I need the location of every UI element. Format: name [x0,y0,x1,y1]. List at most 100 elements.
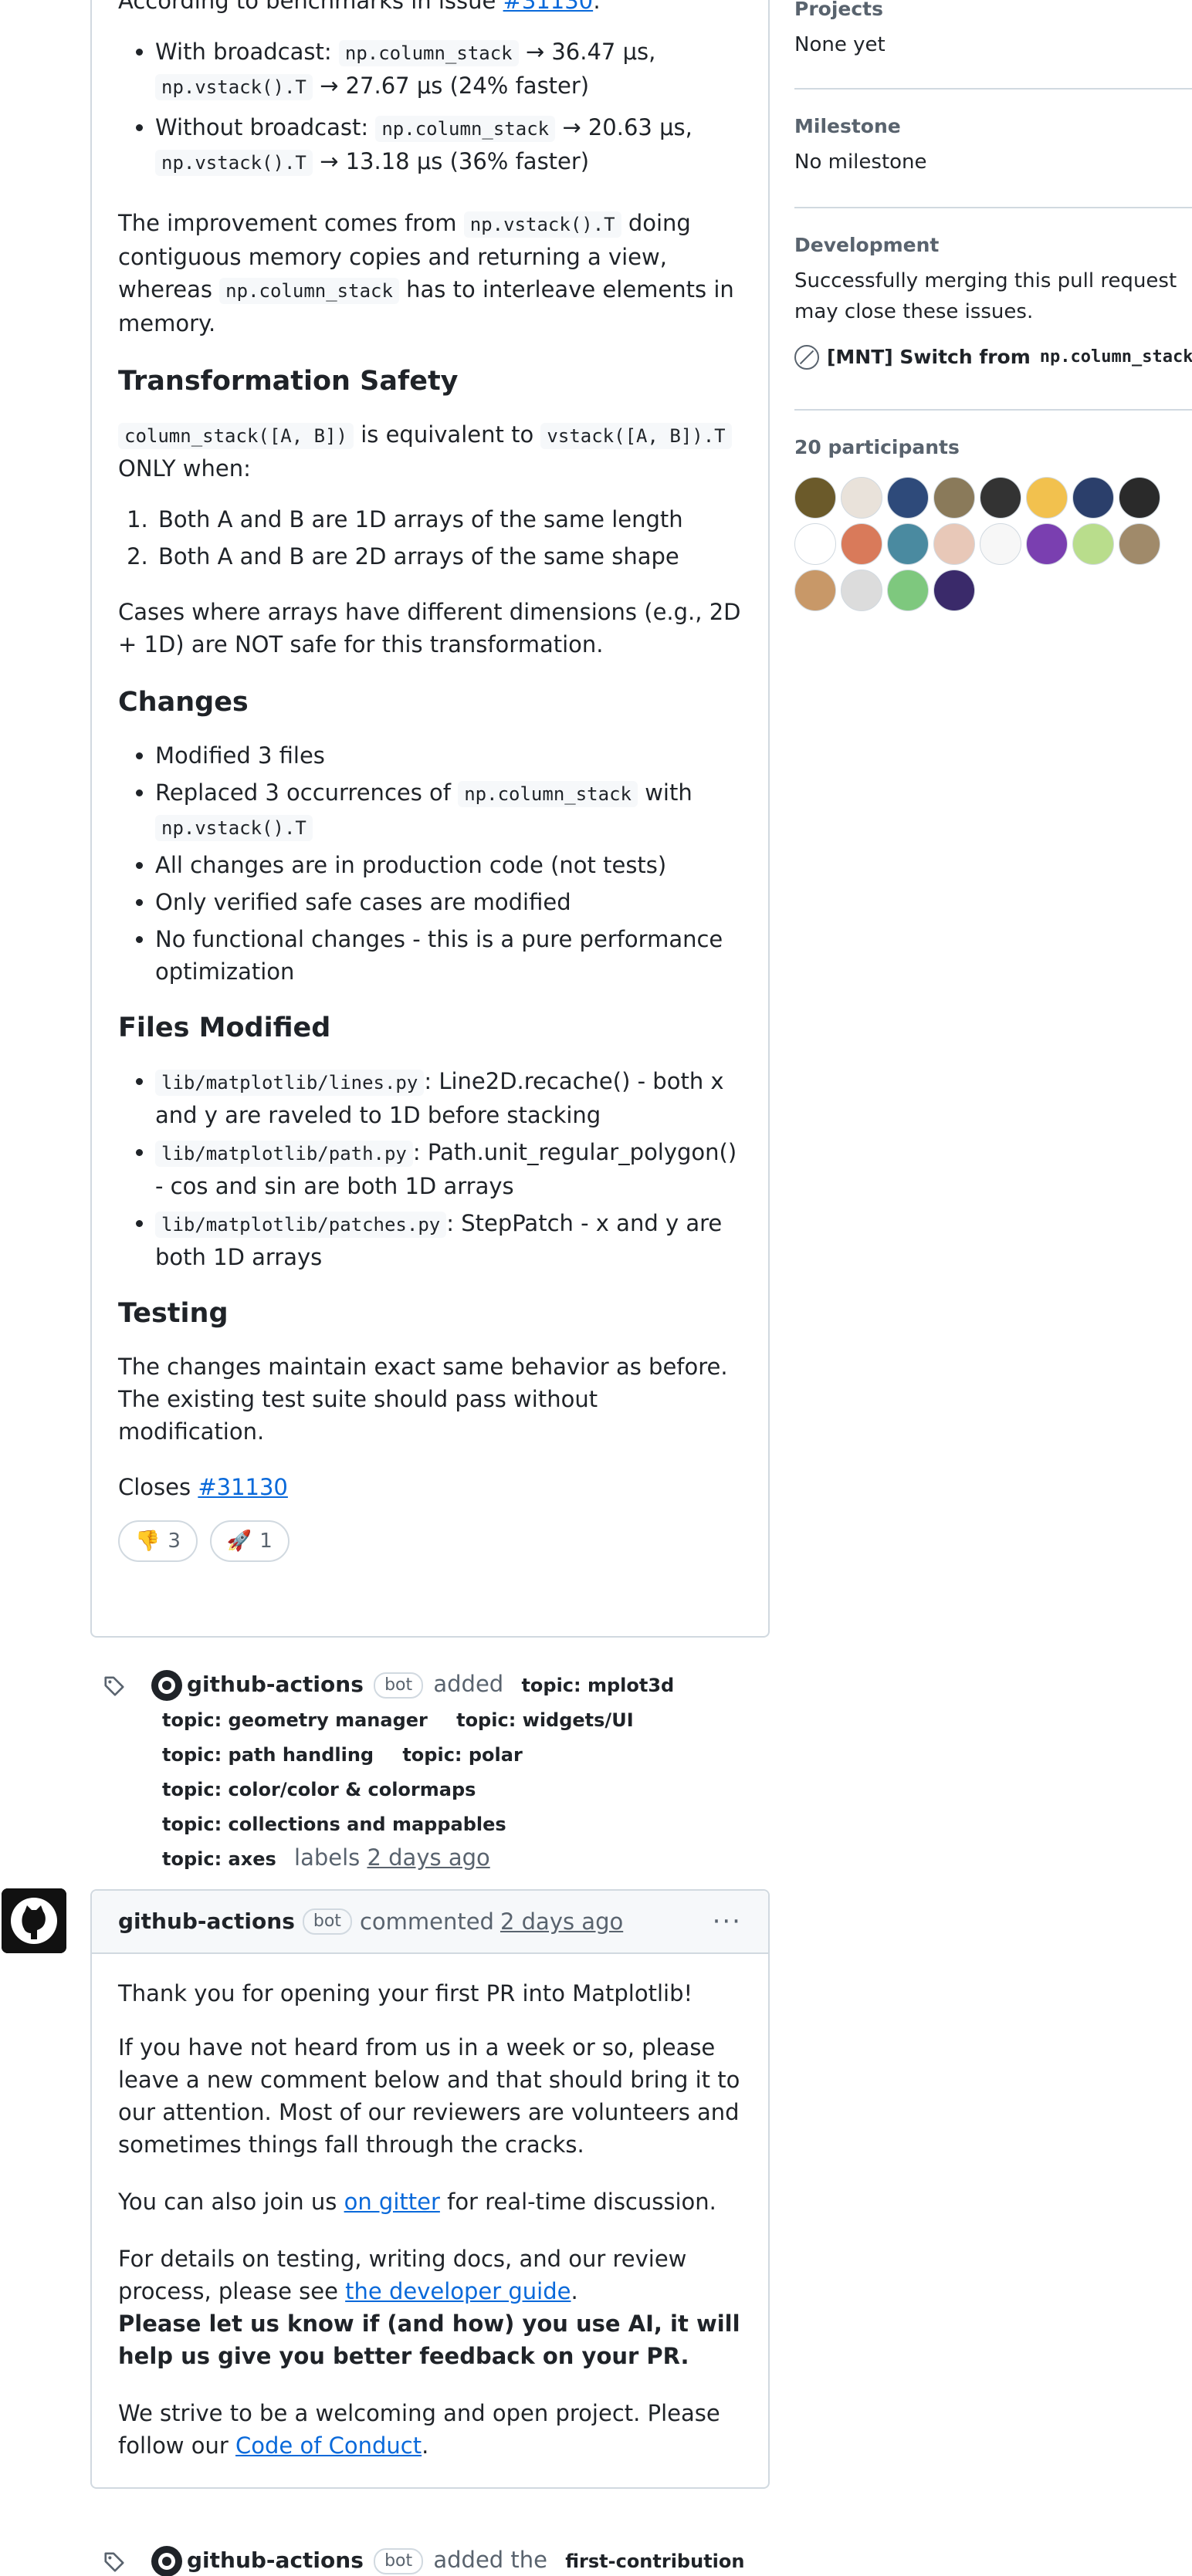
heading-files: Files Modified [118,1012,331,1043]
file-path: lib/matplotlib/path.py [155,1141,413,1167]
participant-avatar[interactable] [841,523,882,565]
benchmark-intro: According to benchmarks in issue #31130: [118,0,742,17]
closes-issue-link[interactable]: #31130 [198,1474,288,1500]
participant-avatar[interactable] [1026,523,1068,565]
code-of-conduct-link[interactable]: Code of Conduct [235,2432,422,2459]
list-item: lib/matplotlib/path.py: Path.unit_regula… [155,1136,742,1202]
more-options-icon[interactable]: ··· [713,1908,742,1935]
list-item: lib/matplotlib/lines.py: Line2D.recache(… [155,1065,742,1131]
participant-avatar[interactable] [794,523,836,565]
list-item: Without broadcast: np.column_stack → 20.… [155,111,742,179]
participant-avatar[interactable] [933,477,975,519]
inline-code: np.vstack().T [155,74,313,100]
issue-link[interactable]: #31130 [503,0,594,14]
closes-line: Closes #31130 [118,1474,288,1500]
timestamp-link[interactable]: 2 days ago [367,1844,489,1871]
participant-avatar[interactable] [1072,477,1114,519]
list-item: All changes are in production code (not … [155,849,742,881]
sidebar-participants: 20 participants [794,432,1192,611]
improvement-paragraph: The improvement comes from np.vstack().T… [118,210,734,336]
list-item: Both A and B are 1D arrays of the same l… [155,503,742,536]
participant-avatar[interactable] [1072,523,1114,565]
participants-heading: 20 participants [794,436,960,458]
label-pill[interactable]: topic: polar [391,1739,533,1770]
actor-link[interactable]: github-actions [187,2547,364,2573]
reaction-rocket[interactable]: 🚀 1 [209,1520,290,1562]
sidebar-milestone: Milestone No milestone [794,111,1192,177]
participant-avatar[interactable] [794,570,836,611]
inline-code: np.vstack().T [463,211,621,238]
inline-code: vstack([A, B]).T [540,423,732,449]
inline-code: np.vstack().T [155,815,313,841]
github-actions-avatar[interactable] [2,1888,66,1953]
list-item: lib/matplotlib/patches.py: StepPatch - x… [155,1207,742,1273]
label-pill[interactable]: topic: axes [151,1844,287,1875]
heading-safety: Transformation Safety [118,366,459,397]
label-pill[interactable]: first-contribution [554,2546,755,2576]
participant-avatar[interactable] [933,570,975,611]
benchmark-list: With broadcast: np.column_stack → 36.47 … [155,35,742,179]
participant-avatars [794,477,1192,611]
bot-badge: bot [374,2548,424,2574]
file-path: lib/matplotlib/lines.py [155,1070,425,1096]
participant-avatar[interactable] [887,570,929,611]
participant-avatar[interactable] [933,523,975,565]
comment-header: github-actions bot commented 2 days ago … [92,1891,768,1954]
label-event: github-actions bot added the first-contr… [151,2544,769,2576]
linked-issue[interactable]: [MNT] Switch from np.column_stack()... [794,341,1192,374]
list-item: Only verified safe cases are modified [155,886,742,918]
inline-code: column_stack([A, B]) [118,423,354,449]
list-item: Modified 3 files [155,739,742,772]
actor-link[interactable]: github-actions [187,1672,364,1697]
developer-guide-link[interactable]: the developer guide [345,2278,571,2304]
github-actions-avatar[interactable] [151,1670,182,1701]
label-pill[interactable]: topic: geometry manager [151,1705,439,1736]
label-pill[interactable]: topic: color/color & colormaps [151,1774,486,1805]
participant-avatar[interactable] [887,477,929,519]
label-pill[interactable]: topic: mplot3d [510,1670,685,1701]
participant-avatar[interactable] [887,523,929,565]
rocket-icon: 🚀 [226,1530,252,1553]
development-heading[interactable]: Development [794,230,1192,261]
participant-avatar[interactable] [841,477,882,519]
bot-badge: bot [374,1672,424,1699]
timestamp-link[interactable]: 2 days ago [500,1905,623,1938]
inline-code: np.column_stack [219,278,399,304]
milestone-heading[interactable]: Milestone [794,111,1192,142]
file-path: lib/matplotlib/patches.py [155,1212,447,1238]
participant-avatar[interactable] [1119,477,1160,519]
inline-code: np.column_stack [458,781,638,807]
list-item: No functional changes - this is a pure p… [155,923,742,988]
gitter-link[interactable]: on gitter [344,2189,440,2215]
tag-icon [104,1676,124,1696]
reaction-thumbs-down[interactable]: 👎 3 [118,1520,198,1562]
inline-code: np.column_stack [375,116,556,142]
participant-avatar[interactable] [1026,477,1068,519]
sidebar-divider [794,88,1192,90]
reaction-count: 3 [168,1530,181,1553]
label-event: github-actions bot added topic: mplot3d … [151,1667,769,1875]
bot-comment: github-actions bot commented 2 days ago … [90,1889,770,2489]
label-pill[interactable]: topic: collections and mappables [151,1809,517,1840]
inline-code: np.vstack().T [155,150,313,176]
participant-avatar[interactable] [980,477,1021,519]
label-pill[interactable]: topic: path handling [151,1739,384,1770]
safety-list: Both A and B are 1D arrays of the same l… [155,503,742,573]
sidebar-divider [794,409,1192,411]
tag-icon [104,2552,124,2572]
label-pill[interactable]: topic: widgets/UI [445,1705,645,1736]
sidebar-development: Development Successfully merging this pu… [794,230,1192,374]
testing-paragraph: The changes maintain exact same behavior… [118,1354,728,1445]
projects-heading[interactable]: Projects [794,0,1192,25]
github-actions-avatar[interactable] [151,2546,182,2576]
participant-avatar[interactable] [1119,523,1160,565]
participant-avatar[interactable] [841,570,882,611]
actor-link[interactable]: github-actions [118,1905,295,1938]
projects-value: None yet [794,33,886,56]
development-text: Successfully merging this pull request m… [794,269,1177,323]
files-list: lib/matplotlib/lines.py: Line2D.recache(… [155,1065,742,1273]
participant-avatar[interactable] [980,523,1021,565]
heading-testing: Testing [118,1298,229,1329]
github-logo-icon [2,1888,66,1953]
participant-avatar[interactable] [794,477,836,519]
